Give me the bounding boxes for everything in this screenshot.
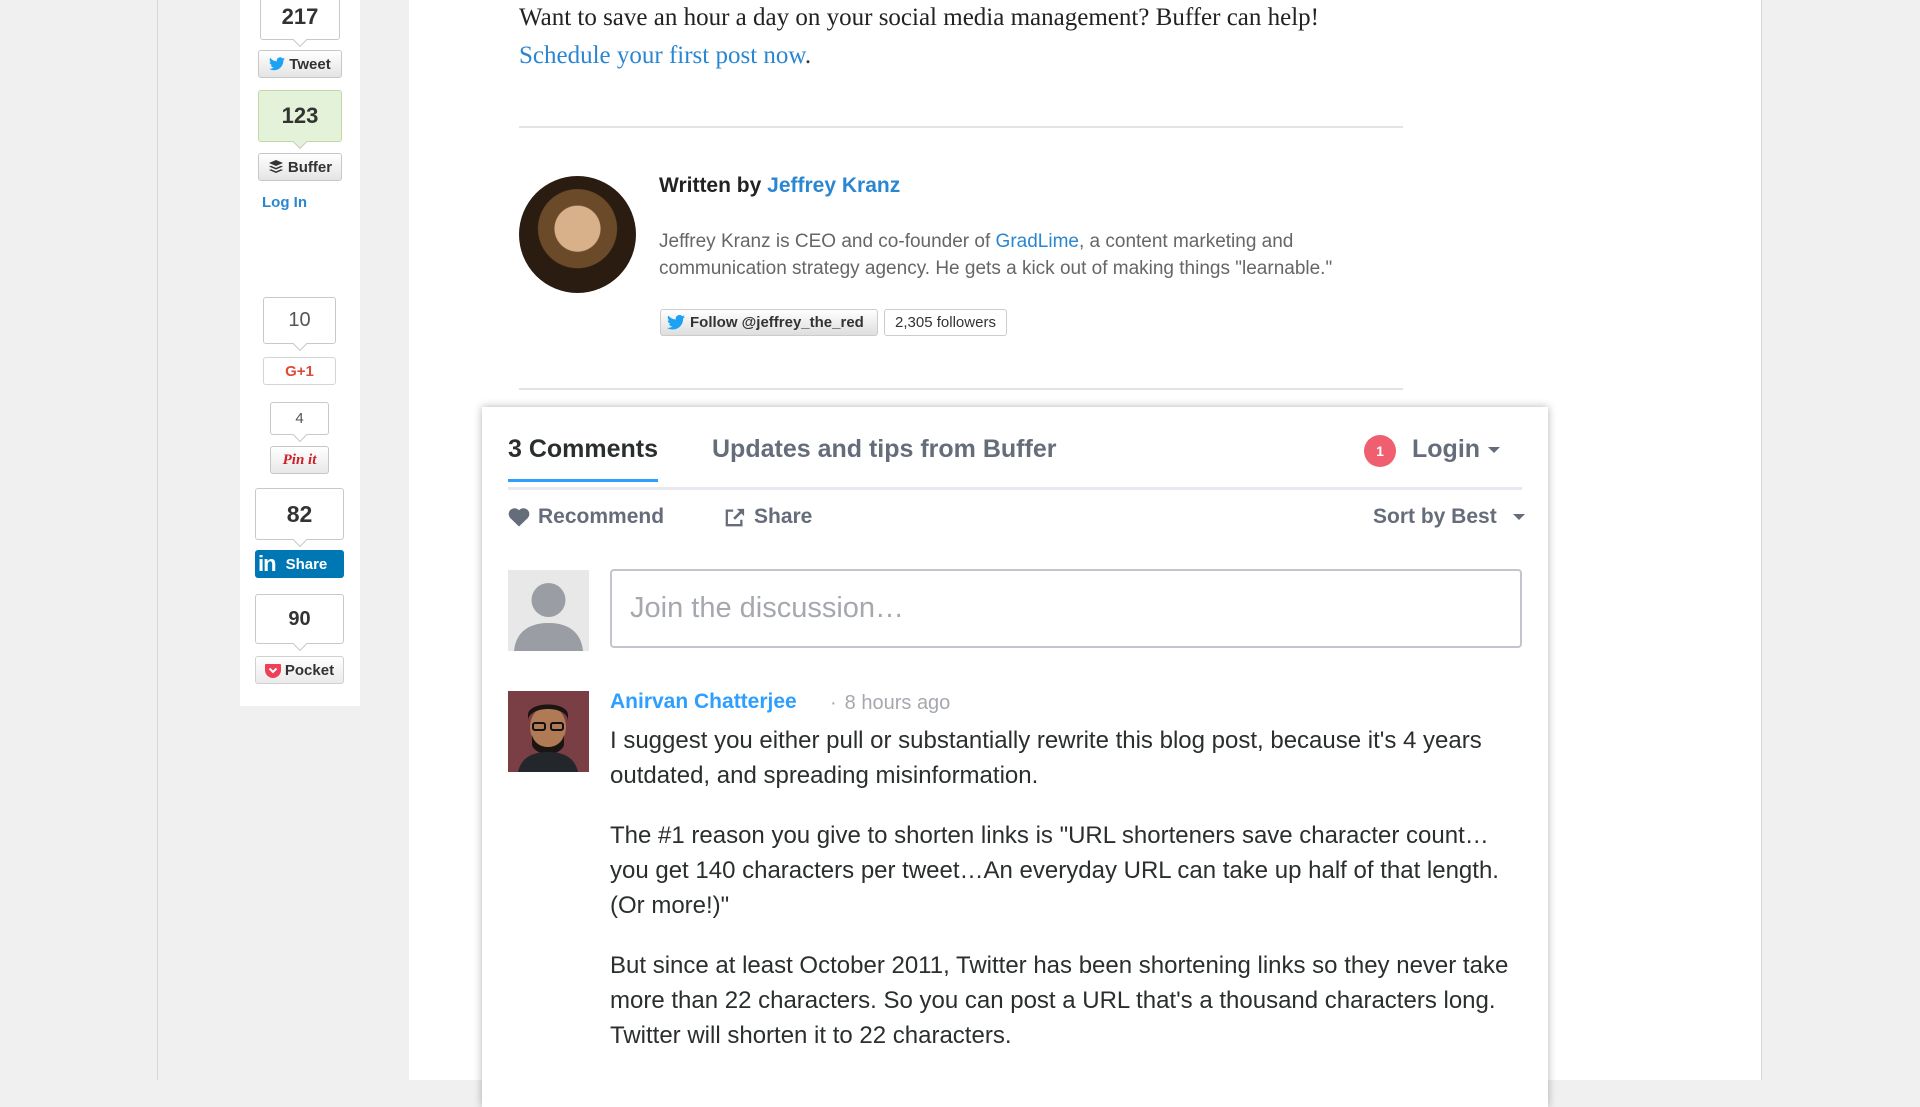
author-avatar xyxy=(519,176,636,293)
author-name-link[interactable]: Jeffrey Kranz xyxy=(767,174,900,197)
linkedin-icon: in xyxy=(258,551,277,576)
divider xyxy=(519,126,1403,128)
bio-text-1: Jeffrey Kranz is CEO and co-founder of xyxy=(659,231,991,252)
meta-separator: · xyxy=(830,692,837,714)
author-byline: Written by Jeffrey Kranz xyxy=(659,174,900,198)
linkedin-share-label: Share xyxy=(285,555,328,573)
comment-author-link[interactable]: Anirvan Chatterjee xyxy=(610,690,797,714)
share-button[interactable]: Share xyxy=(724,505,812,529)
pocket-label: Pocket xyxy=(284,661,335,679)
tweet-label: Tweet xyxy=(289,55,331,73)
chevron-down-icon xyxy=(1512,514,1525,520)
pocket-icon xyxy=(264,663,281,678)
buffer-share-count: 123 xyxy=(258,90,342,142)
comment-paragraph: I suggest you either pull or substantial… xyxy=(610,727,1482,789)
share-icon xyxy=(725,508,745,527)
cta-text: Want to save an hour a day on your socia… xyxy=(519,4,1320,31)
twitter-share-count: 217 xyxy=(260,0,340,40)
guest-avatar xyxy=(508,570,589,651)
pin-it-button[interactable]: Pin it xyxy=(270,446,329,474)
sort-dropdown[interactable]: Sort by Best xyxy=(1373,505,1525,529)
comment-paragraph: But since at least October 2011, Twitter… xyxy=(610,952,1509,1049)
comment-timestamp[interactable]: 8 hours ago xyxy=(845,692,951,714)
comment-meta: · 8 hours ago xyxy=(830,692,950,715)
heart-icon xyxy=(508,508,530,527)
comments-panel: 3 Comments Updates and tips from Buffer … xyxy=(482,407,1548,1107)
linkedin-share-button[interactable]: in Share xyxy=(255,550,344,578)
buffer-stack-icon xyxy=(268,160,283,173)
login-label: Login xyxy=(1412,435,1481,463)
comment-body: I suggest you either pull or substantial… xyxy=(610,723,1525,1078)
commenter-avatar[interactable] xyxy=(508,691,589,772)
twitter-follow-button[interactable]: Follow @jeffrey_the_red xyxy=(660,309,878,336)
linkedin-count: 82 xyxy=(255,488,344,540)
pocket-count: 90 xyxy=(255,594,344,644)
gplus-button[interactable]: G+1 xyxy=(263,357,336,385)
written-by-label: Written by xyxy=(659,174,762,197)
author-bio: Jeffrey Kranz is CEO and co-founder of G… xyxy=(659,228,1419,282)
pinterest-count: 4 xyxy=(270,402,329,435)
company-link[interactable]: GradLime xyxy=(996,231,1079,252)
login-dropdown[interactable]: Login xyxy=(1412,435,1501,464)
buffer-button[interactable]: Buffer xyxy=(258,153,342,181)
tweet-button[interactable]: Tweet xyxy=(258,50,342,78)
commenter-photo xyxy=(508,691,589,772)
notification-badge[interactable]: 1 xyxy=(1364,435,1396,467)
buffer-label: Buffer xyxy=(287,158,333,176)
twitter-bird-icon xyxy=(667,315,685,330)
recommend-button[interactable]: Recommend xyxy=(508,505,664,529)
divider xyxy=(519,388,1403,390)
cta-line: Schedule your first post now. xyxy=(519,42,811,70)
recommend-label: Recommend xyxy=(538,505,665,528)
chevron-down-icon xyxy=(1488,447,1501,454)
cta-period: . xyxy=(804,42,812,69)
user-silhouette-icon xyxy=(514,583,583,651)
gplus-count: 10 xyxy=(263,297,336,344)
comment-compose-input[interactable]: Join the discussion… xyxy=(610,569,1522,648)
tab-community[interactable]: Updates and tips from Buffer xyxy=(712,435,1056,464)
schedule-post-link[interactable]: Schedule your first post now xyxy=(519,42,805,69)
followers-count: 2,305 followers xyxy=(884,309,1007,336)
comment-paragraph: The #1 reason you give to shorten links … xyxy=(610,822,1499,919)
share-label: Share xyxy=(754,505,813,528)
share-bar: 217 Tweet 123 Buffer Log In 10 G+1 4 Pin… xyxy=(240,0,360,706)
twitter-bird-icon xyxy=(269,57,286,71)
follow-label: Follow @jeffrey_the_red xyxy=(690,314,864,331)
comments-tabs: 3 Comments Updates and tips from Buffer … xyxy=(508,407,1522,490)
tab-comments[interactable]: 3 Comments xyxy=(508,435,659,482)
pocket-button[interactable]: Pocket xyxy=(255,656,344,684)
share-bar-login-link[interactable]: Log In xyxy=(262,194,307,211)
sort-label: Sort by Best xyxy=(1373,505,1497,528)
